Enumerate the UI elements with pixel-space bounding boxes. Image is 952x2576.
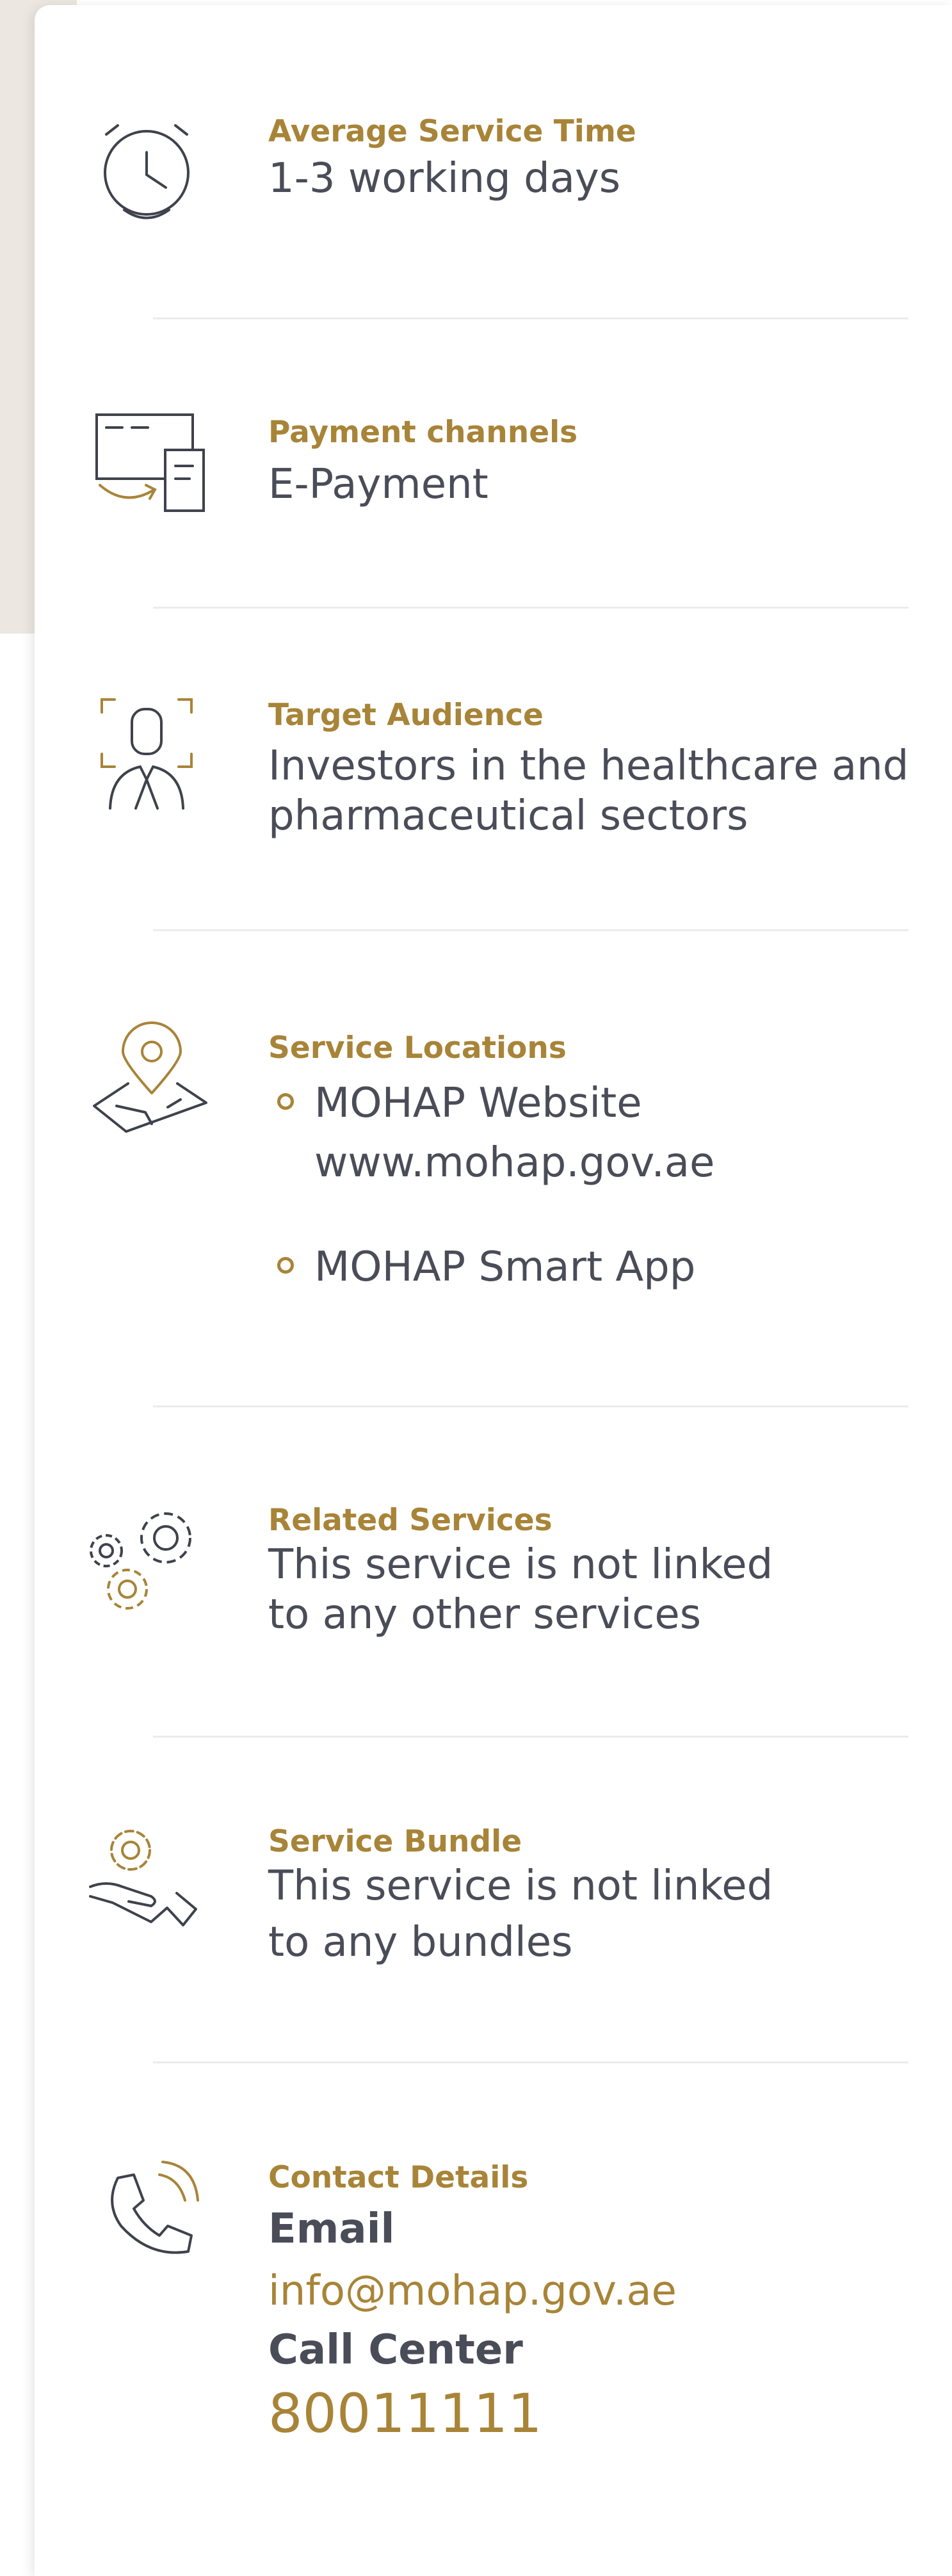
related-services-value-line1: This service is not linked bbox=[268, 1541, 773, 1589]
location-name: MOHAP Website bbox=[314, 1080, 642, 1128]
circle-bullet-icon bbox=[277, 1093, 294, 1110]
email-link[interactable]: info@mohap.gov.ae bbox=[268, 2266, 914, 2317]
location-website-link[interactable]: www.mohap.gov.ae bbox=[314, 1133, 914, 1193]
service-bundle-value-line2: to any bundles bbox=[268, 1919, 573, 1967]
divider bbox=[153, 1405, 908, 1407]
related-services-value-line2: to any other services bbox=[268, 1591, 702, 1639]
average-service-time-label: Average Service Time bbox=[268, 114, 636, 149]
list-item: MOHAP Smart App bbox=[268, 1238, 914, 1297]
related-services-label: Related Services bbox=[268, 1503, 553, 1538]
divider bbox=[153, 1736, 908, 1738]
service-details-card: Average Service Time 1-3 working days Pa… bbox=[35, 5, 952, 2576]
payment-channels-value: E-Payment bbox=[268, 461, 488, 509]
payment-devices-icon bbox=[93, 412, 209, 514]
phone-ringing-icon bbox=[99, 2159, 201, 2261]
call-center-number-link[interactable]: 80011111 bbox=[268, 2381, 914, 2446]
target-audience-value-line2: pharmaceutical sectors bbox=[268, 792, 748, 840]
list-item: MOHAP Website www.mohap.gov.ae bbox=[268, 1074, 914, 1193]
service-bundle-value-line1: This service is not linked bbox=[268, 1862, 773, 1910]
divider bbox=[153, 929, 908, 931]
service-locations-list: MOHAP Website www.mohap.gov.ae MOHAP Sma… bbox=[268, 1074, 914, 1297]
service-locations-label: Service Locations bbox=[268, 1030, 567, 1066]
divider bbox=[153, 317, 908, 319]
contact-details-label: Contact Details bbox=[268, 2160, 529, 2195]
alarm-clock-icon bbox=[99, 114, 195, 229]
target-audience-value-line1: Investors in the healthcare and bbox=[268, 742, 909, 790]
location-name: MOHAP Smart App bbox=[314, 1243, 696, 1291]
payment-channels-label: Payment channels bbox=[268, 415, 578, 450]
circle-bullet-icon bbox=[277, 1256, 294, 1274]
hand-gear-icon bbox=[87, 1826, 209, 1928]
gears-icon bbox=[86, 1503, 207, 1618]
divider bbox=[153, 2061, 908, 2063]
divider bbox=[153, 607, 908, 609]
target-audience-label: Target Audience bbox=[268, 698, 544, 733]
map-pin-icon bbox=[91, 1021, 213, 1138]
average-service-time-value: 1-3 working days bbox=[268, 155, 621, 203]
email-heading: Email bbox=[268, 2205, 395, 2253]
service-bundle-label: Service Bundle bbox=[268, 1824, 522, 1859]
call-center-heading: Call Center bbox=[268, 2326, 523, 2374]
person-focus-icon bbox=[99, 696, 195, 812]
